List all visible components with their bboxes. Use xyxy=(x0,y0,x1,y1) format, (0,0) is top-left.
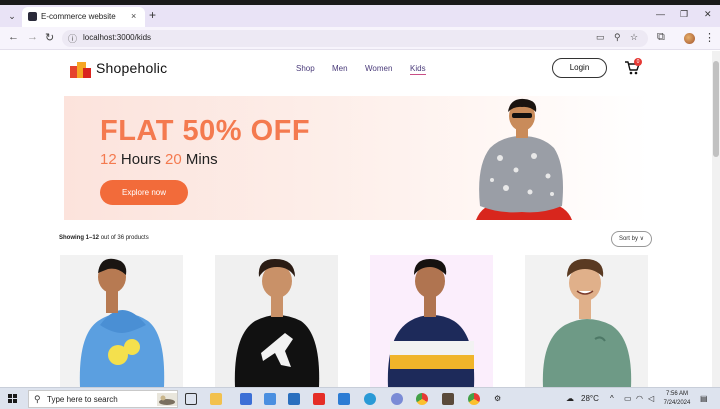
page-scrollbar[interactable] xyxy=(712,51,720,387)
weather-icon[interactable]: ☁ xyxy=(566,394,574,403)
product-image xyxy=(542,259,632,387)
nav-women[interactable]: Women xyxy=(365,64,392,73)
results-count: Showing 1–12 out of 36 products xyxy=(59,235,149,241)
logo-icon[interactable] xyxy=(70,62,91,78)
banner-headline: FLAT 50% OFF xyxy=(100,115,311,147)
mail-icon[interactable] xyxy=(288,393,300,405)
tray-chevron-icon[interactable]: ^ xyxy=(610,394,614,403)
results-range: Showing 1–12 xyxy=(59,235,100,241)
minimize-icon[interactable]: — xyxy=(656,9,665,19)
nav-men[interactable]: Men xyxy=(332,64,348,73)
file-explorer-icon[interactable] xyxy=(210,393,222,405)
scrollbar-thumb[interactable] xyxy=(713,61,719,157)
address-bar[interactable]: ⓘ localhost:3000/kids ▭ ⚲ ☆ xyxy=(62,30,648,47)
countdown-mins: 20 xyxy=(165,151,182,168)
network-icon[interactable]: ▭ xyxy=(624,394,632,403)
arrow-right-icon[interactable]: → xyxy=(27,31,38,43)
nav-kids[interactable]: Kids xyxy=(410,64,426,75)
app-icon[interactable] xyxy=(442,393,454,405)
login-button[interactable]: Login xyxy=(552,58,607,78)
reload-icon[interactable]: ↻ xyxy=(45,31,54,44)
promo-banner: FLAT 50% OFF 12 Hours 20 Mins Explore no… xyxy=(64,96,649,220)
edge-icon[interactable] xyxy=(364,393,376,405)
results-total: out of 36 products xyxy=(100,235,149,241)
restore-icon[interactable]: ❐ xyxy=(680,9,688,20)
cast-icon[interactable]: ▭ xyxy=(596,32,605,43)
sort-by-dropdown[interactable]: Sort by ∨ xyxy=(611,231,652,247)
explore-now-button[interactable]: Explore now xyxy=(100,180,188,205)
app-icon[interactable] xyxy=(264,393,276,405)
notifications-icon[interactable]: ▤ xyxy=(700,394,708,403)
clock-date: 7/24/2024 xyxy=(663,400,691,406)
search-highlight-image xyxy=(157,393,177,406)
browser-tab[interactable]: E-commerce website × xyxy=(22,7,145,27)
task-view-icon[interactable] xyxy=(185,393,197,405)
new-tab-icon[interactable]: + xyxy=(149,8,156,22)
logo-text[interactable]: Shopeholic xyxy=(96,60,167,76)
tab-close-icon[interactable]: × xyxy=(131,11,136,21)
profile-avatar[interactable] xyxy=(684,33,695,44)
wifi-icon[interactable]: ◠ xyxy=(636,394,643,403)
browser-tab-bar: ⌄ E-commerce website × + — ❐ ✕ xyxy=(0,5,720,27)
arrow-left-icon[interactable]: ← xyxy=(8,31,19,43)
countdown-hours-label: Hours xyxy=(120,151,161,168)
nav-shop[interactable]: Shop xyxy=(296,64,315,73)
product-image xyxy=(387,259,475,387)
product-image xyxy=(79,258,165,387)
settings-icon[interactable]: ⚙ xyxy=(494,394,501,403)
weather-temp[interactable]: 28°C xyxy=(581,394,599,403)
page-content: Shopeholic Shop Men Women Kids Login 0 F… xyxy=(0,51,712,387)
menu-icon[interactable]: ⋮ xyxy=(704,31,715,44)
windows-taskbar: ⚲ Type here to search ⚙ ☁ 28°C ^ ▭ ◠ ◁ 7… xyxy=(0,387,720,409)
extensions-icon[interactable]: ⧉ xyxy=(657,31,665,44)
cart-count-badge: 0 xyxy=(634,58,642,66)
search-icon: ⚲ xyxy=(34,394,41,404)
search-placeholder: Type here to search xyxy=(47,395,118,404)
product-card[interactable] xyxy=(215,255,338,387)
countdown-mins-label: Mins xyxy=(185,151,218,168)
youtube-icon[interactable] xyxy=(313,393,325,405)
url-text[interactable]: localhost:3000/kids xyxy=(83,33,151,42)
close-icon[interactable]: ✕ xyxy=(704,9,712,20)
taskbar-search-input[interactable]: ⚲ Type here to search xyxy=(28,390,178,408)
star-icon[interactable]: ☆ xyxy=(630,32,638,43)
zoom-icon[interactable]: ⚲ xyxy=(614,32,621,43)
tab-title: E-commerce website xyxy=(41,12,116,21)
app-icon[interactable] xyxy=(391,393,403,405)
banner-countdown: 12 Hours 20 Mins xyxy=(100,151,218,168)
app-icon[interactable] xyxy=(240,393,252,405)
banner-model-image xyxy=(476,98,572,220)
info-icon[interactable]: ⓘ xyxy=(68,32,77,45)
taskbar-clock[interactable]: 7:56 AM 7/24/2024 xyxy=(660,390,694,408)
volume-icon[interactable]: ◁ xyxy=(648,394,654,403)
favicon-icon xyxy=(28,12,37,21)
product-card[interactable] xyxy=(60,255,183,387)
windows-start-icon[interactable] xyxy=(8,394,18,404)
vscode-icon[interactable] xyxy=(338,393,350,405)
clock-time: 7:56 AM xyxy=(665,391,688,397)
browser-toolbar: ← → ↻ ⓘ localhost:3000/kids ▭ ⚲ ☆ ⧉ ⋮ xyxy=(0,27,720,50)
product-image xyxy=(234,259,320,387)
chrome-icon[interactable] xyxy=(416,393,428,405)
product-card[interactable] xyxy=(525,255,648,387)
chrome-active-icon[interactable] xyxy=(468,393,480,405)
product-card[interactable] xyxy=(370,255,493,387)
tab-search-icon[interactable]: ⌄ xyxy=(5,9,19,23)
countdown-hours: 12 xyxy=(100,151,117,168)
